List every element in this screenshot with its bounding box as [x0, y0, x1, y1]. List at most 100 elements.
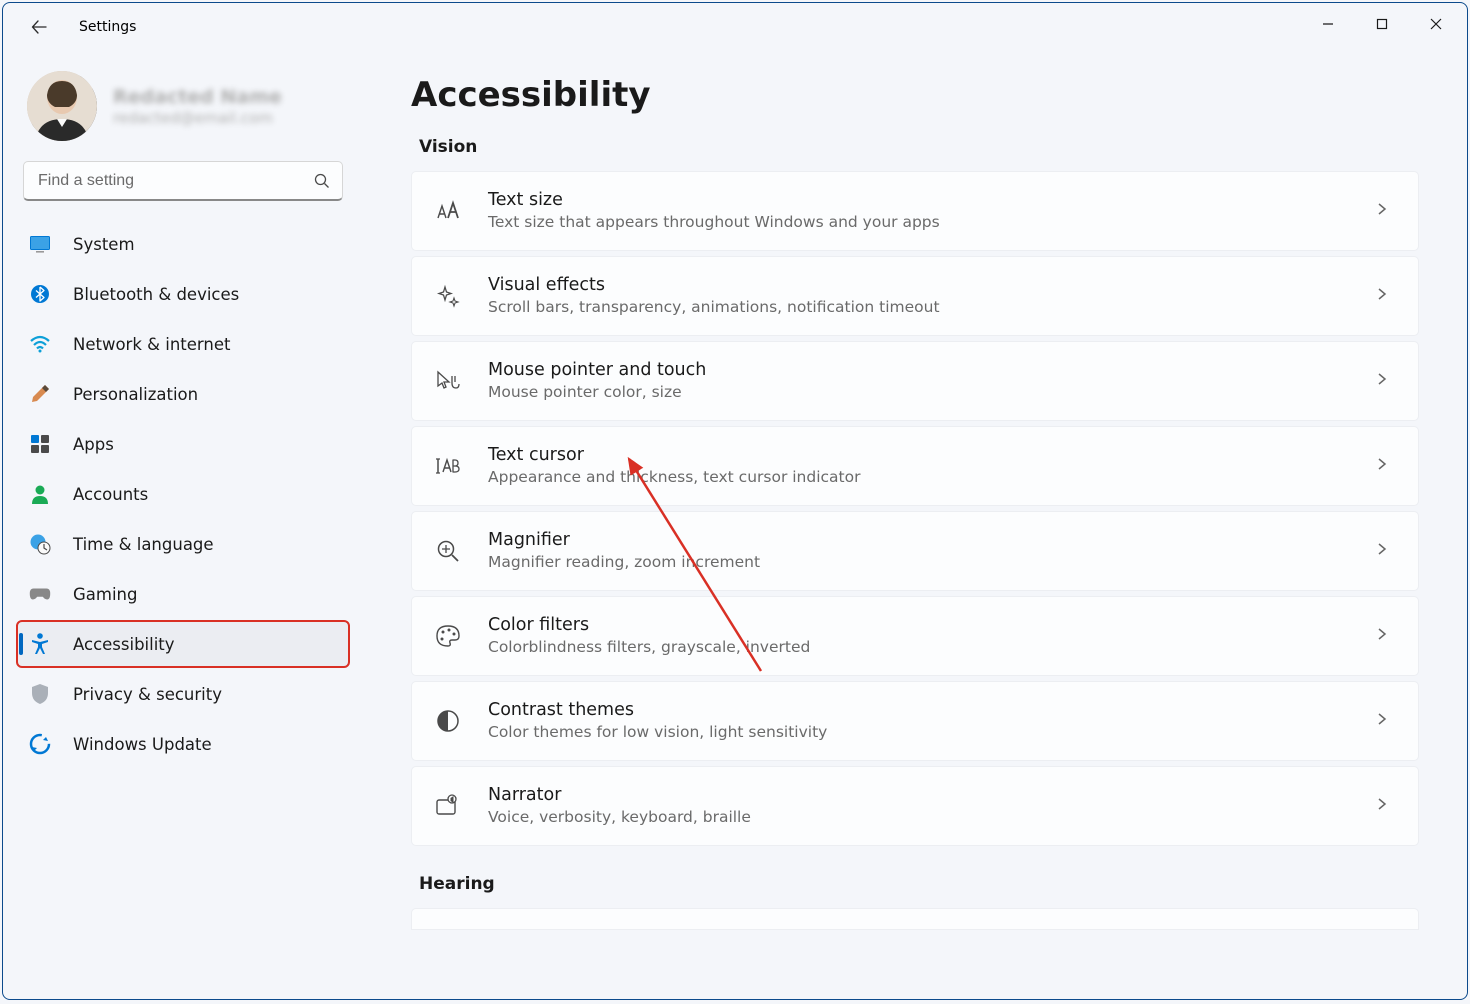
- card-body: Contrast themes Color themes for low vis…: [488, 699, 1376, 744]
- card-body: Magnifier Magnifier reading, zoom increm…: [488, 529, 1376, 574]
- card-body: Text size Text size that appears through…: [488, 189, 1376, 234]
- palette-icon: [434, 622, 462, 650]
- chevron-right-icon: [1376, 286, 1396, 306]
- card-subtitle: Colorblindness filters, grayscale, inver…: [488, 637, 1376, 658]
- update-icon: [29, 733, 51, 755]
- card-subtitle: Scroll bars, transparency, animations, n…: [488, 297, 1376, 318]
- sidebar-item-label: Personalization: [73, 385, 198, 404]
- section-vision-label: Vision: [419, 137, 1419, 157]
- titlebar: Settings: [3, 3, 1467, 51]
- content-area: Redacted Name redacted@email.com System: [3, 51, 1467, 999]
- section-hearing-label: Hearing: [419, 874, 1419, 894]
- window-controls: [1301, 12, 1463, 42]
- card-mouse-pointer[interactable]: Mouse pointer and touch Mouse pointer co…: [411, 341, 1419, 421]
- card-title: Mouse pointer and touch: [488, 359, 1376, 383]
- settings-window: Settings Redacted Name redacted@email.co…: [2, 2, 1468, 1000]
- sidebar: Redacted Name redacted@email.com System: [3, 51, 363, 999]
- text-size-icon: [434, 197, 462, 225]
- chevron-right-icon: [1376, 711, 1396, 731]
- back-button[interactable]: [19, 7, 59, 47]
- narrator-icon: [434, 792, 462, 820]
- card-body: Narrator Voice, verbosity, keyboard, bra…: [488, 784, 1376, 829]
- search-box[interactable]: [23, 161, 343, 201]
- search-input[interactable]: [24, 172, 302, 190]
- sidebar-item-gaming[interactable]: Gaming: [17, 571, 349, 617]
- chevron-right-icon: [1376, 796, 1396, 816]
- sidebar-item-update[interactable]: Windows Update: [17, 721, 349, 767]
- sidebar-item-network[interactable]: Network & internet: [17, 321, 349, 367]
- card-partial-hearing[interactable]: [411, 908, 1419, 930]
- card-title: Narrator: [488, 784, 1376, 808]
- bluetooth-icon: [29, 283, 51, 305]
- card-contrast-themes[interactable]: Contrast themes Color themes for low vis…: [411, 681, 1419, 761]
- maximize-button[interactable]: [1355, 6, 1409, 42]
- sidebar-item-bluetooth[interactable]: Bluetooth & devices: [17, 271, 349, 317]
- sidebar-item-label: Time & language: [73, 535, 214, 554]
- sidebar-item-accessibility[interactable]: Accessibility: [17, 621, 349, 667]
- sidebar-item-privacy[interactable]: Privacy & security: [17, 671, 349, 717]
- user-profile[interactable]: Redacted Name redacted@email.com: [3, 59, 363, 157]
- person-icon: [29, 483, 51, 505]
- card-narrator[interactable]: Narrator Voice, verbosity, keyboard, bra…: [411, 766, 1419, 846]
- card-subtitle: Mouse pointer color, size: [488, 382, 1376, 403]
- pointer-icon: [434, 367, 462, 395]
- chevron-right-icon: [1376, 201, 1396, 221]
- user-name: Redacted Name: [113, 85, 343, 110]
- main-panel: Accessibility Vision Text size Text size…: [363, 51, 1467, 999]
- search-button[interactable]: [302, 162, 342, 199]
- close-button[interactable]: [1409, 6, 1463, 42]
- card-title: Color filters: [488, 614, 1376, 638]
- search-icon: [314, 173, 330, 189]
- gamepad-icon: [29, 583, 51, 605]
- clock-globe-icon: [29, 533, 51, 555]
- sidebar-item-label: Windows Update: [73, 735, 212, 754]
- system-icon: [29, 233, 51, 255]
- sidebar-item-label: System: [73, 235, 135, 254]
- sidebar-item-apps[interactable]: Apps: [17, 421, 349, 467]
- apps-icon: [29, 433, 51, 455]
- vision-cards: Text size Text size that appears through…: [363, 171, 1419, 846]
- app-title: Settings: [79, 19, 136, 35]
- sidebar-item-label: Network & internet: [73, 335, 230, 354]
- card-color-filters[interactable]: Color filters Colorblindness filters, gr…: [411, 596, 1419, 676]
- close-icon: [1430, 18, 1442, 30]
- sidebar-item-time[interactable]: Time & language: [17, 521, 349, 567]
- magnifier-icon: [434, 537, 462, 565]
- sidebar-item-label: Gaming: [73, 585, 138, 604]
- card-text-cursor[interactable]: Text cursor Appearance and thickness, te…: [411, 426, 1419, 506]
- chevron-right-icon: [1376, 541, 1396, 561]
- card-visual-effects[interactable]: Visual effects Scroll bars, transparency…: [411, 256, 1419, 336]
- card-subtitle: Text size that appears throughout Window…: [488, 212, 1376, 233]
- card-title: Visual effects: [488, 274, 1376, 298]
- wifi-icon: [29, 333, 51, 355]
- sidebar-item-label: Apps: [73, 435, 114, 454]
- maximize-icon: [1376, 18, 1388, 30]
- card-subtitle: Color themes for low vision, light sensi…: [488, 722, 1376, 743]
- sidebar-item-label: Accounts: [73, 485, 148, 504]
- card-magnifier[interactable]: Magnifier Magnifier reading, zoom increm…: [411, 511, 1419, 591]
- page-title: Accessibility: [411, 75, 1419, 115]
- avatar: [27, 71, 97, 141]
- sparkle-icon: [434, 282, 462, 310]
- sidebar-item-label: Accessibility: [73, 635, 175, 654]
- paintbrush-icon: [29, 383, 51, 405]
- user-text: Redacted Name redacted@email.com: [113, 85, 343, 128]
- sidebar-item-personalization[interactable]: Personalization: [17, 371, 349, 417]
- search-container: [3, 157, 363, 219]
- card-text-size[interactable]: Text size Text size that appears through…: [411, 171, 1419, 251]
- card-body: Color filters Colorblindness filters, gr…: [488, 614, 1376, 659]
- nav-list: System Bluetooth & devices Network & int…: [3, 219, 363, 767]
- sidebar-item-accounts[interactable]: Accounts: [17, 471, 349, 517]
- shield-icon: [29, 683, 51, 705]
- sidebar-item-label: Privacy & security: [73, 685, 222, 704]
- sidebar-item-system[interactable]: System: [17, 221, 349, 267]
- sidebar-item-label: Bluetooth & devices: [73, 285, 239, 304]
- minimize-button[interactable]: [1301, 6, 1355, 42]
- card-subtitle: Appearance and thickness, text cursor in…: [488, 467, 1376, 488]
- chevron-right-icon: [1376, 456, 1396, 476]
- card-subtitle: Voice, verbosity, keyboard, braille: [488, 807, 1376, 828]
- card-body: Text cursor Appearance and thickness, te…: [488, 444, 1376, 489]
- card-title: Contrast themes: [488, 699, 1376, 723]
- card-title: Magnifier: [488, 529, 1376, 553]
- card-title: Text cursor: [488, 444, 1376, 468]
